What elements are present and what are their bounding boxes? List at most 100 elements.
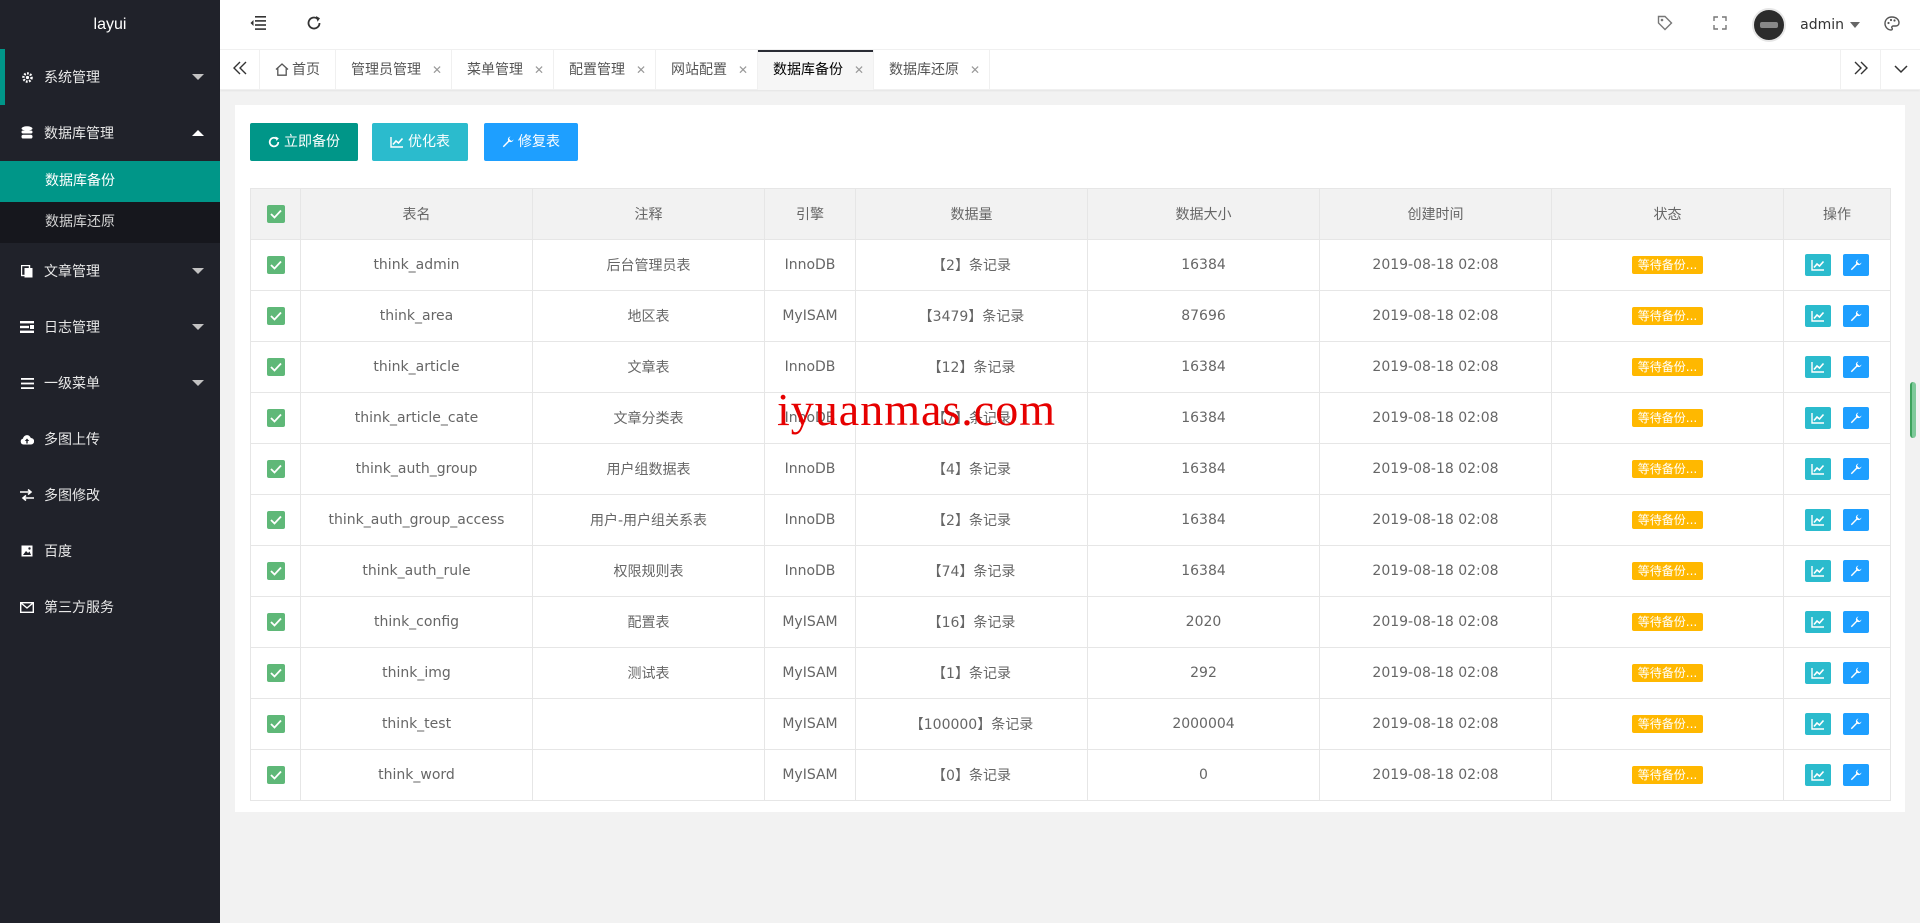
row-checkbox[interactable] (266, 358, 285, 376)
repair-row-button[interactable] (1843, 764, 1869, 786)
tab-db-backup[interactable]: 数据库备份 ✕ (758, 50, 874, 90)
optimize-row-button[interactable] (1805, 305, 1831, 327)
app-logo[interactable]: layui (0, 0, 220, 49)
column-header[interactable]: 引擎 (764, 188, 856, 240)
optimize-row-button[interactable] (1805, 560, 1831, 582)
column-header[interactable]: 数据量 (855, 188, 1088, 240)
column-header[interactable]: 状态 (1551, 188, 1784, 240)
backup-now-button[interactable]: 立即备份 (250, 123, 358, 161)
wrench-icon (1850, 616, 1862, 628)
optimize-table-button[interactable]: 优化表 (372, 123, 468, 161)
tabs-scroll-right-button[interactable] (1840, 50, 1880, 90)
data-size-cell: 16384 (1087, 239, 1320, 291)
tab-site-config[interactable]: 网站配置 ✕ (656, 50, 758, 90)
comment-cell: 文章表 (532, 341, 765, 393)
row-checkbox[interactable] (266, 613, 285, 631)
repair-row-button[interactable] (1843, 458, 1869, 480)
repair-row-button[interactable] (1843, 662, 1869, 684)
wrench-icon (502, 136, 514, 148)
actions-cell (1783, 239, 1891, 291)
optimize-row-button[interactable] (1805, 356, 1831, 378)
shrink-sidebar-button[interactable] (238, 0, 278, 50)
close-icon[interactable]: ✕ (970, 50, 980, 90)
tabs-dropdown-button[interactable] (1880, 50, 1920, 90)
optimize-row-button[interactable] (1805, 611, 1831, 633)
status-cell: 等待备份... (1551, 749, 1784, 801)
exchange-icon (20, 488, 34, 502)
row-checkbox[interactable] (266, 664, 285, 682)
cloud-upload-icon (20, 432, 34, 446)
close-icon[interactable]: ✕ (636, 50, 646, 90)
record-count-cell: 【1】条记录 (855, 647, 1088, 699)
sidebar-item-first-level-menu[interactable]: 一级菜单 (0, 355, 220, 411)
optimize-row-button[interactable] (1805, 458, 1831, 480)
table-row: think_admin 后台管理员表 InnoDB 【2】条记录 16384 2019-0… (250, 239, 1891, 291)
close-icon[interactable]: ✕ (432, 50, 442, 90)
tag-button[interactable] (1645, 0, 1685, 50)
optimize-row-button[interactable] (1805, 662, 1831, 684)
sidebar-item-baidu[interactable]: 百度 (0, 523, 220, 579)
theme-button[interactable] (1872, 0, 1912, 50)
user-menu[interactable]: admin (1752, 0, 1860, 50)
repair-row-button[interactable] (1843, 254, 1869, 276)
row-checkbox[interactable] (266, 256, 285, 274)
row-checkbox[interactable] (266, 307, 285, 325)
sidebar-item-third-party[interactable]: 第三方服务 (0, 579, 220, 635)
row-checkbox[interactable] (266, 460, 285, 478)
sidebar-item-logs[interactable]: 日志管理 (0, 299, 220, 355)
sidebar-subitem-backup[interactable]: 数据库备份 (0, 161, 220, 202)
tab-menu-manage[interactable]: 菜单管理 ✕ (452, 50, 554, 90)
sidebar-item-multi-edit[interactable]: 多图修改 (0, 467, 220, 523)
sidebar-item-articles[interactable]: 文章管理 (0, 243, 220, 299)
row-select-cell (250, 239, 301, 291)
actions-cell (1783, 545, 1891, 597)
tab-home[interactable]: 首页 (260, 50, 336, 90)
row-checkbox[interactable] (266, 562, 285, 580)
tab-db-restore[interactable]: 数据库还原 ✕ (874, 50, 990, 90)
repair-row-button[interactable] (1843, 356, 1869, 378)
close-icon[interactable]: ✕ (534, 50, 544, 90)
select-all-checkbox[interactable] (266, 205, 285, 223)
table-name-cell: think_admin (300, 239, 533, 291)
optimize-row-button[interactable] (1805, 407, 1831, 429)
repair-row-button[interactable] (1843, 305, 1869, 327)
column-header[interactable]: 数据大小 (1087, 188, 1320, 240)
sidebar-subitem-restore[interactable]: 数据库还原 (0, 202, 220, 243)
row-checkbox[interactable] (266, 766, 285, 784)
file-icon (20, 264, 34, 278)
row-checkbox[interactable] (266, 715, 285, 733)
button-label: 修复表 (518, 134, 560, 150)
column-header[interactable]: 操作 (1783, 188, 1891, 240)
row-checkbox[interactable] (266, 409, 285, 427)
repair-table-button[interactable]: 修复表 (484, 123, 578, 161)
fullscreen-button[interactable] (1700, 0, 1740, 50)
tab-admin-manage[interactable]: 管理员管理 ✕ (336, 50, 452, 90)
repair-row-button[interactable] (1843, 560, 1869, 582)
sidebar-item-database[interactable]: 数据库管理 (0, 105, 220, 161)
optimize-row-button[interactable] (1805, 713, 1831, 735)
sidebar-item-label: 一级菜单 (44, 376, 100, 392)
refresh-button[interactable] (294, 0, 334, 50)
row-checkbox[interactable] (266, 511, 285, 529)
column-header[interactable]: 创建时间 (1319, 188, 1552, 240)
optimize-row-button[interactable] (1805, 509, 1831, 531)
optimize-row-button[interactable] (1805, 254, 1831, 276)
close-icon[interactable]: ✕ (854, 50, 864, 90)
engine-cell: InnoDB (764, 545, 856, 597)
tabs-scroll-left-button[interactable] (220, 50, 260, 90)
sidebar-item-system[interactable]: 系统管理 (0, 49, 220, 105)
repair-row-button[interactable] (1843, 509, 1869, 531)
column-header[interactable]: 表名 (300, 188, 533, 240)
close-icon[interactable]: ✕ (738, 50, 748, 90)
column-header[interactable]: 注释 (532, 188, 765, 240)
repair-row-button[interactable] (1843, 611, 1869, 633)
optimize-row-button[interactable] (1805, 764, 1831, 786)
sidebar-item-multi-upload[interactable]: 多图上传 (0, 411, 220, 467)
data-size-cell: 16384 (1087, 392, 1320, 444)
repair-row-button[interactable] (1843, 713, 1869, 735)
page-scrollbar[interactable] (1910, 382, 1916, 438)
repair-row-button[interactable] (1843, 407, 1869, 429)
comment-cell: 用户组数据表 (532, 443, 765, 495)
table-name-cell: think_config (300, 596, 533, 648)
tab-config-manage[interactable]: 配置管理 ✕ (554, 50, 656, 90)
